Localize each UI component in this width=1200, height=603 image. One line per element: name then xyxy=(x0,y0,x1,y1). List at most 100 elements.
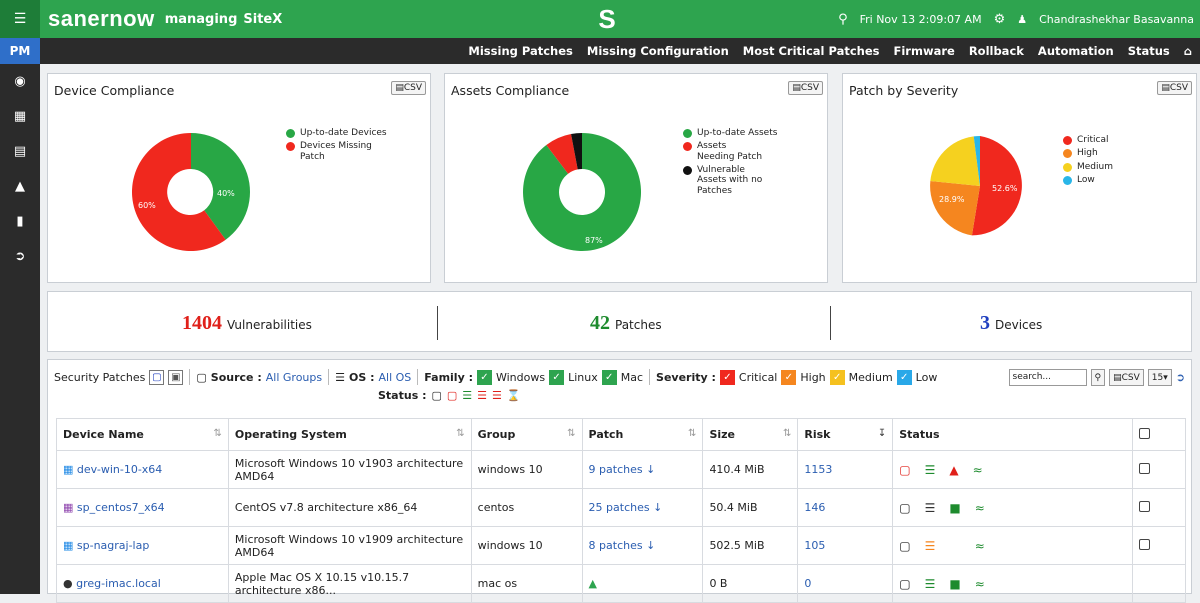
patch-link[interactable]: 9 patches xyxy=(589,463,643,476)
col-operating-system[interactable]: Operating System ⇅ xyxy=(227,418,472,451)
legend-item[interactable]: Medium xyxy=(1063,162,1113,172)
cube-view-icon[interactable]: ▣ xyxy=(168,369,184,385)
hourglass-icon[interactable]: ⌛ xyxy=(507,389,521,402)
row-checkbox[interactable] xyxy=(1138,538,1150,550)
legend-item[interactable]: Assets Needing Patch xyxy=(683,141,777,162)
settings-icon[interactable]: ⚙ xyxy=(994,12,1006,27)
col-risk[interactable]: Risk ↧ xyxy=(797,418,894,451)
patches-table: Device Name ⇅ Operating System ⇅ Group ⇅ Pa… xyxy=(56,418,1187,603)
checkbox-linux[interactable]: ✓ xyxy=(549,369,565,385)
search-input[interactable]: search... xyxy=(1008,369,1087,386)
severity-label: Severity : xyxy=(656,370,716,384)
checkbox-windows[interactable]: ✓ xyxy=(476,369,492,385)
search-icon[interactable]: ⚲ xyxy=(838,12,848,27)
col-size[interactable]: Size ⇅ xyxy=(702,418,799,451)
size-cell: 410.4 MiB xyxy=(702,450,799,489)
server-red-icon[interactable]: ☰ xyxy=(477,389,487,402)
label-up-to-date: 87% xyxy=(585,236,603,245)
checkbox-medium[interactable]: ✓ xyxy=(829,369,845,385)
monitor-icon: ▢ xyxy=(899,462,911,477)
legend-item[interactable]: Devices Missing Patch xyxy=(286,141,387,162)
server-red-2-icon[interactable]: ☰ xyxy=(492,389,502,402)
wifi-icon: ≈ xyxy=(974,500,985,515)
legend-item[interactable]: High xyxy=(1063,148,1113,159)
eye-icon[interactable]: ◉ xyxy=(0,64,40,99)
device-link[interactable]: sp_centos7_x64 xyxy=(77,501,165,514)
risk-link[interactable]: 1153 xyxy=(804,463,832,476)
home-icon[interactable]: ⌂ xyxy=(1184,44,1192,58)
saner-logo-icon: S xyxy=(598,4,616,34)
patch-link[interactable]: 8 patches xyxy=(589,539,643,552)
device-link[interactable]: dev-win-10-x64 xyxy=(77,463,162,476)
server-icon: ☰ xyxy=(924,500,936,515)
list-icon[interactable]: ▤ xyxy=(0,134,40,169)
divider xyxy=(830,306,831,340)
wifi-icon: ≈ xyxy=(972,462,983,477)
patch-link[interactable]: 25 patches xyxy=(589,501,650,514)
legend-item[interactable]: Up-to-date Assets xyxy=(683,128,777,138)
legend-item[interactable]: Vulnerable Assets with no Patches xyxy=(683,165,777,196)
export-icon[interactable]: ➲ xyxy=(1176,371,1185,384)
search-button[interactable]: ⚲ xyxy=(1090,369,1106,386)
checkbox-low[interactable]: ✓ xyxy=(896,369,912,385)
label-critical: 52.6% xyxy=(992,184,1018,193)
legend-item[interactable]: Critical xyxy=(1063,135,1113,145)
card-title: Patch by Severity xyxy=(849,83,959,98)
col-status: Status xyxy=(892,418,1133,451)
legend-item[interactable]: Low xyxy=(1063,175,1113,186)
os-label: OS : xyxy=(348,370,375,384)
online-monitor-icon[interactable]: ▢ xyxy=(431,389,441,402)
nav-most-critical-patches[interactable]: Most Critical Patches xyxy=(743,44,880,58)
risk-link[interactable]: 0 xyxy=(804,577,811,590)
table-row: ▦ sp-nagraj-lap Microsoft Windows 10 v19… xyxy=(56,526,1187,565)
os-icon: ☰ xyxy=(335,370,345,384)
user-name[interactable]: Chandrashekhar Basavanna xyxy=(1039,13,1194,26)
col-select-all[interactable] xyxy=(1131,418,1187,451)
row-checkbox[interactable] xyxy=(1138,500,1150,512)
risk-link[interactable]: 146 xyxy=(804,501,825,514)
book-icon[interactable]: ▮ xyxy=(0,204,40,239)
server-green-icon[interactable]: ☰ xyxy=(462,389,472,402)
col-device-name[interactable]: Device Name ⇅ xyxy=(56,418,229,451)
offline-monitor-icon[interactable]: ▢ xyxy=(447,389,457,402)
nav-missing-patches[interactable]: Missing Patches xyxy=(468,44,572,58)
dashboard-icon[interactable]: ▦ xyxy=(0,99,40,134)
patches-stat[interactable]: 42 Patches xyxy=(590,312,662,335)
org-tree-icon[interactable]: ☰ xyxy=(0,0,40,38)
row-checkbox[interactable] xyxy=(1138,462,1150,474)
col-group[interactable]: Group ⇅ xyxy=(470,418,583,451)
csv-button[interactable]: ▤CSV xyxy=(1157,81,1192,95)
linux-icon: ▦ xyxy=(63,501,77,514)
logout-icon[interactable]: ➲ xyxy=(0,239,40,274)
site-selector[interactable]: SiteX xyxy=(243,12,282,27)
nav-status[interactable]: Status xyxy=(1128,44,1170,58)
risk-link[interactable]: 105 xyxy=(804,539,825,552)
nav-missing-configuration[interactable]: Missing Configuration xyxy=(587,44,729,58)
col-patch[interactable]: Patch ⇅ xyxy=(581,418,704,451)
csv-button[interactable]: ▤CSV xyxy=(391,81,426,95)
nav-rollback[interactable]: Rollback xyxy=(969,44,1024,58)
status-filter: Status : ▢ ▢ ☰ ☰ ☰ ⌛ xyxy=(378,389,521,402)
nav-firmware[interactable]: Firmware xyxy=(894,44,955,58)
page-size-select[interactable]: 15 ▾ xyxy=(1147,369,1172,386)
checkbox-critical[interactable]: ✓ xyxy=(719,369,735,385)
device-link[interactable]: sp-nagraj-lap xyxy=(77,539,149,552)
alert-icon[interactable]: ▲ xyxy=(0,169,40,204)
checkbox-high[interactable]: ✓ xyxy=(781,369,797,385)
csv-button[interactable]: ▤CSV xyxy=(1109,369,1144,386)
checkbox-mac[interactable]: ✓ xyxy=(601,369,617,385)
sidebar: PM ◉ ▦ ▤ ▲ ▮ ➲ xyxy=(0,38,40,594)
group-cell: windows 10 xyxy=(470,526,583,565)
os-value[interactable]: All OS xyxy=(379,371,412,384)
legend-item[interactable]: Up-to-date Devices xyxy=(286,128,387,138)
devices-stat[interactable]: 3 Devices xyxy=(980,312,1042,335)
sidebar-item-pm[interactable]: PM xyxy=(0,38,40,64)
os-cell: Microsoft Windows 10 v1903 architecture … xyxy=(227,450,472,489)
source-value[interactable]: All Groups xyxy=(266,371,322,384)
vulnerabilities-stat[interactable]: 1404 Vulnerabilities xyxy=(182,312,312,335)
device-view-icon[interactable]: ▢ xyxy=(149,369,165,385)
nav-automation[interactable]: Automation xyxy=(1038,44,1114,58)
device-link[interactable]: greg-imac.local xyxy=(76,577,161,590)
csv-button[interactable]: ▤CSV xyxy=(788,81,823,95)
label-high: 28.9% xyxy=(939,195,965,204)
